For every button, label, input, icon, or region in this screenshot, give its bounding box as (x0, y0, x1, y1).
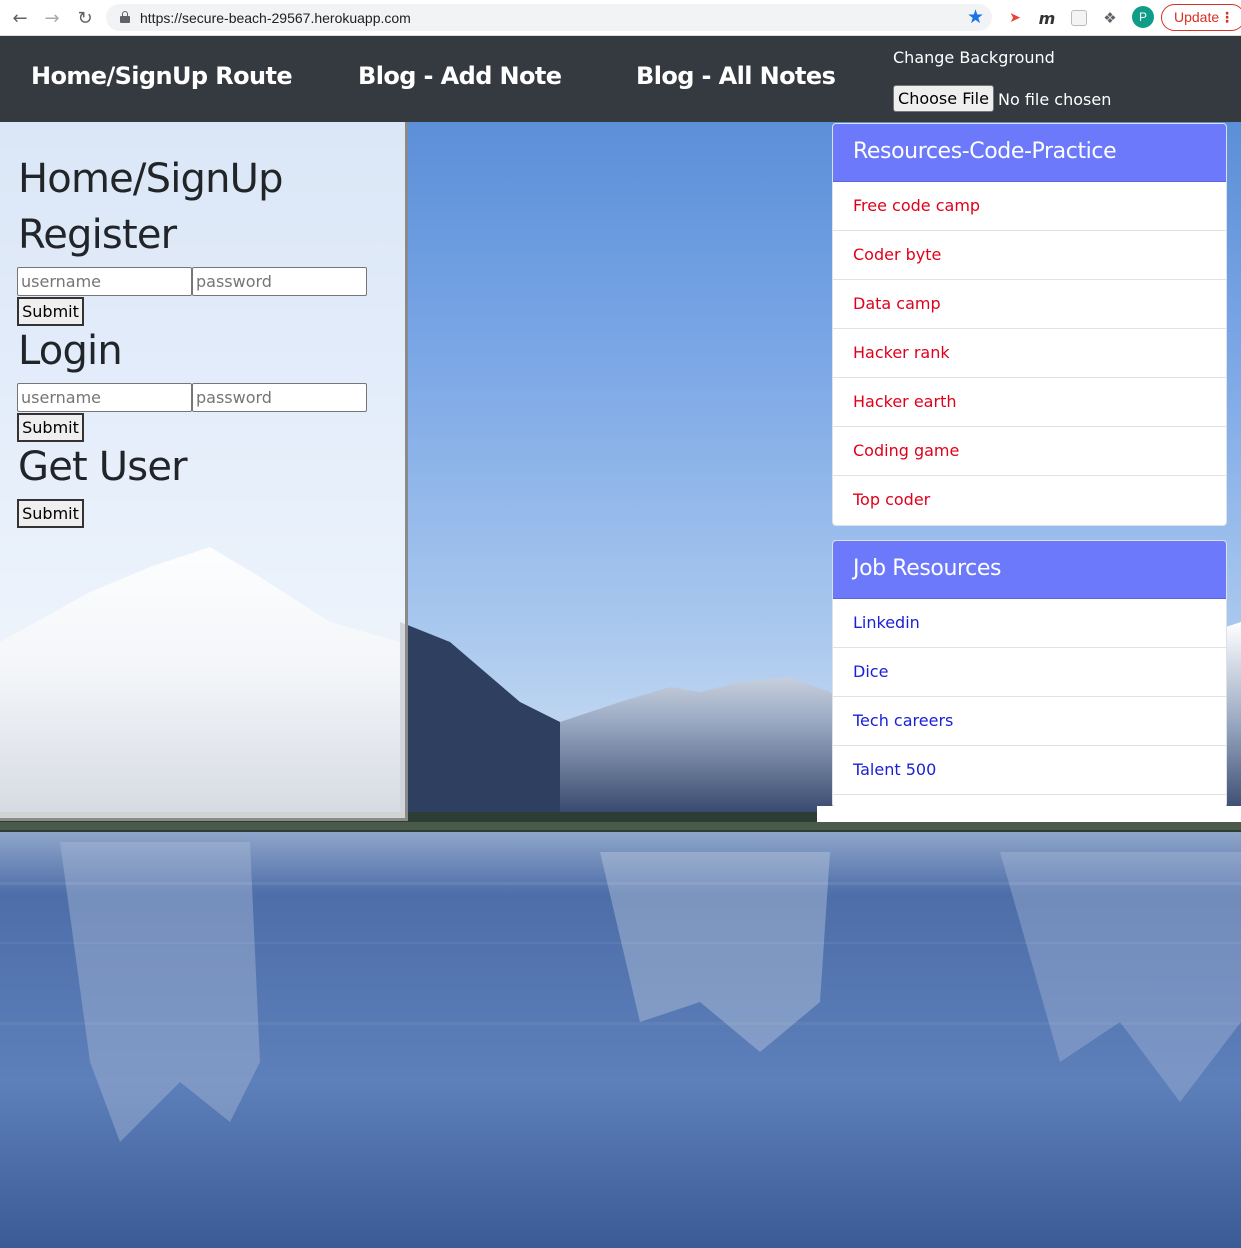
login-username-input[interactable]: username (17, 383, 192, 412)
resource-link-data-camp[interactable]: Data camp (833, 280, 1226, 329)
job-resources-card: Job Resources Linkedin Dice Tech careers… (832, 540, 1227, 808)
star-icon[interactable]: ★ (967, 6, 984, 28)
nav-link-add-note[interactable]: Blog - Add Note (358, 62, 562, 90)
scroll-overlay-strip (817, 806, 1241, 822)
login-password-input[interactable]: password (192, 383, 367, 412)
job-link-linkedin[interactable]: Linkedin (833, 599, 1226, 648)
job-link-talent-500[interactable]: Talent 500 (833, 746, 1226, 795)
resource-link-coder-byte[interactable]: Coder byte (833, 231, 1226, 280)
resources-card-title: Resources-Code-Practice (833, 124, 1226, 182)
url-text[interactable]: https://secure-beach-29567.herokuapp.com (140, 10, 411, 26)
register-password-input[interactable]: password (192, 267, 367, 296)
job-link-tech-careers[interactable]: Tech careers (833, 697, 1226, 746)
address-bar[interactable]: https://secure-beach-29567.herokuapp.com… (106, 4, 992, 31)
login-heading: Login (18, 328, 123, 374)
page-title: Home/SignUp (18, 156, 284, 202)
resource-link-free-code-camp[interactable]: Free code camp (833, 182, 1226, 231)
login-submit-button[interactable]: Submit (17, 413, 84, 442)
resources-card: Resources-Code-Practice Free code camp C… (832, 123, 1227, 526)
register-username-input[interactable]: username (17, 267, 192, 296)
extension-box-icon[interactable] (1068, 7, 1090, 29)
register-heading: Register (18, 212, 177, 258)
menu-dots-icon[interactable]: ⋮ (1220, 5, 1234, 30)
job-resources-card-title: Job Resources (833, 541, 1226, 599)
resource-link-top-coder[interactable]: Top coder (833, 476, 1226, 525)
file-status-text: No file chosen (998, 90, 1112, 109)
lock-icon (120, 11, 130, 23)
forward-icon[interactable]: → (40, 6, 64, 30)
puzzle-icon[interactable]: ❖ (1099, 7, 1121, 29)
resource-link-hacker-rank[interactable]: Hacker rank (833, 329, 1226, 378)
resource-link-hacker-earth[interactable]: Hacker earth (833, 378, 1226, 427)
extension-cast-icon[interactable]: ➤ (1004, 7, 1026, 29)
avatar[interactable]: P (1132, 6, 1154, 28)
job-link-dice[interactable]: Dice (833, 648, 1226, 697)
back-icon[interactable]: ← (8, 6, 32, 30)
get-user-heading: Get User (18, 444, 188, 490)
register-submit-button[interactable]: Submit (17, 297, 84, 326)
resource-link-coding-game[interactable]: Coding game (833, 427, 1226, 476)
nav-link-home-signup[interactable]: Home/SignUp Route (31, 62, 293, 90)
choose-file-button[interactable]: Choose File (893, 85, 994, 112)
top-navbar: Home/SignUp Route Blog - Add Note Blog -… (0, 36, 1241, 122)
reload-icon[interactable]: ↻ (73, 6, 97, 30)
browser-toolbar: ← → ↻ https://secure-beach-29567.herokua… (0, 0, 1241, 36)
update-button[interactable]: Update ⋮ (1161, 4, 1241, 31)
signup-form-panel: Home/SignUp Register username password S… (0, 122, 408, 821)
nav-link-all-notes[interactable]: Blog - All Notes (636, 62, 836, 90)
change-background-label: Change Background (893, 48, 1055, 67)
extension-m-icon[interactable]: m (1036, 7, 1058, 29)
get-user-submit-button[interactable]: Submit (17, 499, 84, 528)
